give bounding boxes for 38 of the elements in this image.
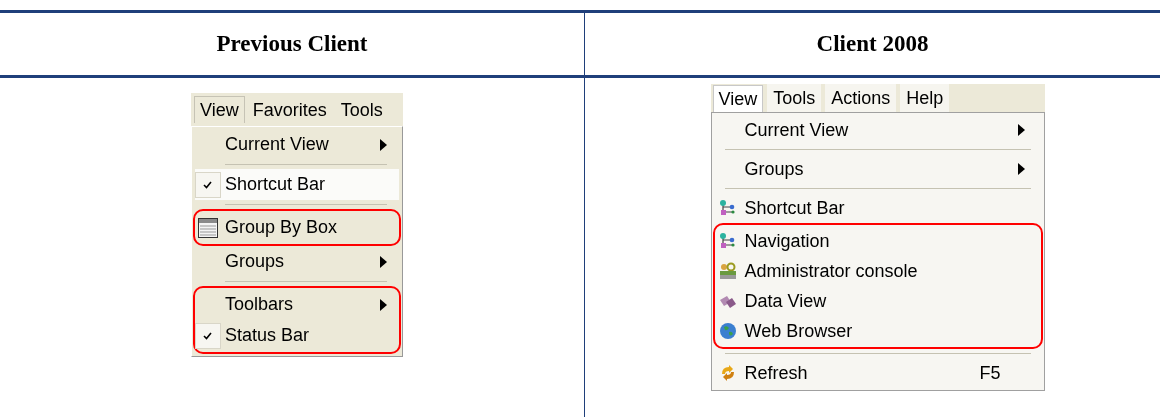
- menu-item-label: Current View: [744, 119, 849, 140]
- shortcut-key: F5: [979, 359, 1001, 387]
- menu-bar-item[interactable]: Actions: [825, 84, 897, 112]
- menu-item[interactable]: Shortcut Bar: [195, 169, 399, 200]
- menu-item[interactable]: Toolbars: [195, 289, 399, 320]
- menu-bar-item[interactable]: Favorites: [246, 95, 333, 124]
- menu-item-label: Refresh: [744, 362, 808, 383]
- menu-item[interactable]: Groups: [714, 154, 1041, 184]
- menu-item-label: Current View: [225, 134, 329, 154]
- menu-item[interactable]: Current View: [714, 115, 1041, 145]
- menu-bar-item[interactable]: Help: [900, 84, 950, 112]
- menu-item[interactable]: Current View: [195, 129, 399, 160]
- menu-bar-item[interactable]: View: [194, 96, 245, 123]
- menu-item-label: Data View: [744, 290, 827, 311]
- menu-item[interactable]: Groups: [195, 246, 399, 277]
- menu-item-label: Groups: [225, 251, 285, 271]
- menu-bar-item[interactable]: View: [712, 84, 764, 112]
- menu-item[interactable]: Web Browser: [714, 316, 1041, 346]
- menu-item-label: Toolbars: [225, 294, 294, 314]
- column-heading: Client 2008: [816, 29, 929, 58]
- menu-item-label: Shortcut Bar: [744, 197, 845, 218]
- menu-item[interactable]: Group By Box: [195, 212, 399, 243]
- menu-bar-item[interactable]: Tools: [334, 95, 389, 124]
- menu-item[interactable]: Data View: [714, 286, 1041, 316]
- menu-item-label: Web Browser: [744, 320, 853, 341]
- menu-item-label: Administrator console: [744, 260, 918, 281]
- menu-item-label: Group By Box: [225, 217, 338, 237]
- menu-item[interactable]: Navigation: [714, 226, 1041, 256]
- column-heading: Previous Client: [216, 29, 368, 58]
- menu-item[interactable]: Administrator console: [714, 256, 1041, 286]
- menu-item-label: Navigation: [744, 230, 830, 251]
- menu-bar-item[interactable]: Tools: [767, 84, 822, 112]
- menu-item-label: Shortcut Bar: [225, 174, 326, 194]
- menu-item[interactable]: Refresh F5: [714, 358, 1041, 388]
- menu-item-label: Groups: [744, 158, 804, 179]
- menu-item[interactable]: Status Bar: [195, 320, 399, 351]
- menu-item-label: Status Bar: [225, 325, 310, 345]
- menu-item[interactable]: Shortcut Bar: [714, 193, 1041, 223]
